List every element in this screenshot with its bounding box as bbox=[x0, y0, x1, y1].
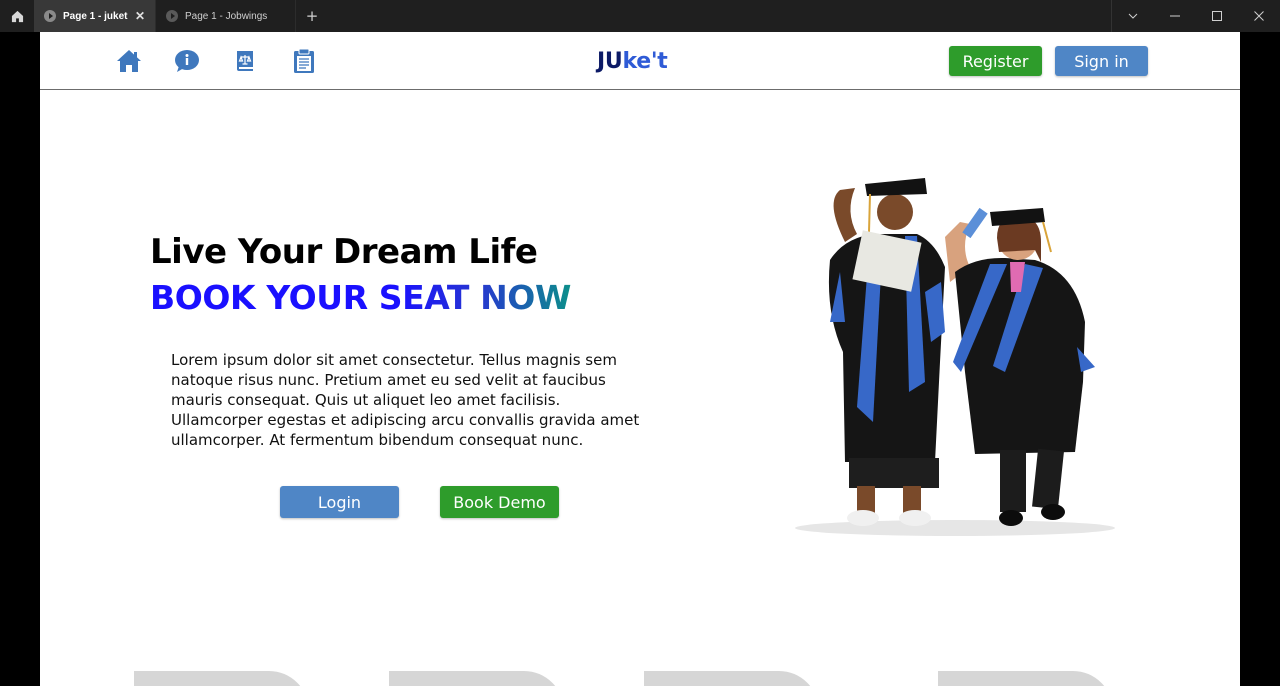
tab-close-icon[interactable]: ✕ bbox=[135, 10, 145, 22]
home-icon[interactable] bbox=[116, 48, 142, 74]
hero-description: Lorem ipsum dolor sit amet consectetur. … bbox=[171, 351, 640, 449]
logo-part2: ke't bbox=[622, 49, 668, 74]
hero-title: Live Your Dream Life bbox=[150, 232, 538, 272]
book-demo-button[interactable]: Book Demo bbox=[440, 486, 559, 518]
window-controls bbox=[1111, 0, 1280, 32]
tab-label: Page 1 - juket bbox=[63, 10, 128, 22]
clipboard-icon[interactable] bbox=[291, 48, 317, 74]
navbar: JUke't Register Sign in bbox=[40, 32, 1240, 90]
maximize-icon[interactable] bbox=[1196, 0, 1238, 32]
tab-label: Page 1 - Jobwings bbox=[185, 10, 268, 22]
home-icon[interactable] bbox=[0, 0, 34, 32]
register-button[interactable]: Register bbox=[949, 46, 1042, 76]
tab-page-1-juket[interactable]: Page 1 - juket ✕ bbox=[34, 0, 156, 32]
logo-part1: JU bbox=[597, 49, 623, 74]
graduates-illustration bbox=[785, 172, 1125, 542]
hero-cta-heading: BOOK YOUR SEAT NOW bbox=[150, 278, 571, 317]
play-icon bbox=[44, 10, 56, 22]
chevron-down-icon[interactable] bbox=[1112, 0, 1154, 32]
feature-card bbox=[938, 671, 1113, 686]
bottom-feature-cards bbox=[40, 668, 1240, 686]
book-icon[interactable] bbox=[232, 48, 258, 74]
page-canvas: JUke't Register Sign in Live Your Dream … bbox=[40, 32, 1240, 686]
feature-card bbox=[134, 671, 309, 686]
feature-card bbox=[389, 671, 564, 686]
brand-logo[interactable]: JUke't bbox=[597, 49, 668, 74]
minimize-icon[interactable] bbox=[1154, 0, 1196, 32]
info-chat-icon[interactable] bbox=[174, 48, 200, 74]
sign-in-button[interactable]: Sign in bbox=[1055, 46, 1148, 76]
login-button[interactable]: Login bbox=[280, 486, 399, 518]
title-bar: Page 1 - juket ✕ Page 1 - Jobwings + bbox=[0, 0, 1280, 32]
feature-card bbox=[644, 671, 819, 686]
tab-page-1-jobwings[interactable]: Page 1 - Jobwings bbox=[156, 0, 296, 32]
play-icon bbox=[166, 10, 178, 22]
close-icon[interactable] bbox=[1238, 0, 1280, 32]
plus-icon[interactable]: + bbox=[296, 0, 328, 32]
